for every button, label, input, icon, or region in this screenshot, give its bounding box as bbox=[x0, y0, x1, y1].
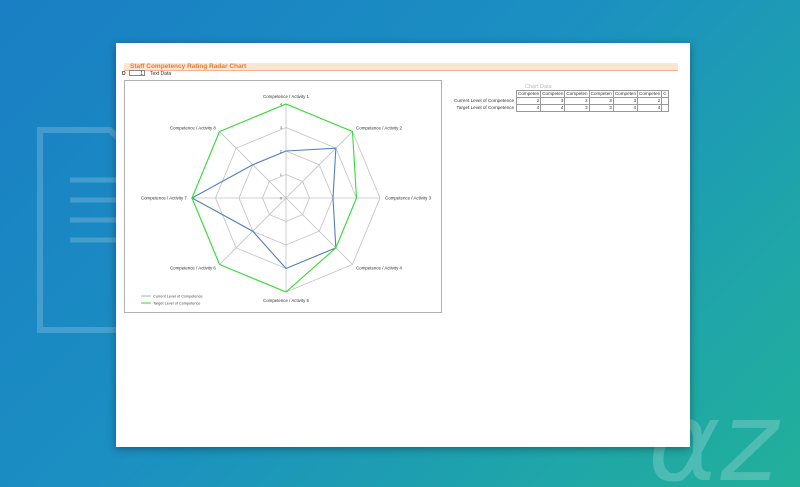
legend-label: Current Level of Competence bbox=[153, 294, 203, 298]
table-row: Current Level of Competence 2 3 2 3 3 2 bbox=[453, 97, 669, 105]
table-cell[interactable]: 3 bbox=[588, 104, 614, 112]
table-cell[interactable]: 2 bbox=[564, 97, 590, 105]
table-cell[interactable]: 3 bbox=[588, 97, 614, 105]
table-header[interactable]: Competen bbox=[612, 90, 639, 98]
table-header[interactable]: Competen bbox=[516, 90, 542, 98]
table-cell[interactable] bbox=[661, 104, 669, 112]
table-cell[interactable]: 3 bbox=[564, 104, 590, 112]
page-title: Staff Competency Rating Radar Chart bbox=[130, 63, 247, 70]
table-cell[interactable]: 4 bbox=[612, 104, 639, 112]
category-label: Competence / Activity 3 bbox=[385, 196, 431, 201]
category-label: Competence / Activity 1 bbox=[263, 94, 309, 99]
table-cell[interactable] bbox=[661, 97, 669, 105]
table-cell[interactable]: 3 bbox=[540, 97, 566, 105]
table-header[interactable]: C bbox=[661, 90, 669, 98]
table-header-row: Competen Competen Competen Competen Comp… bbox=[453, 90, 669, 98]
chart-data-table: Competen Competen Competen Competen Comp… bbox=[453, 90, 669, 112]
category-label: Competence / Activity 2 bbox=[356, 125, 402, 130]
text-data-label: D bbox=[122, 71, 126, 77]
category-label: Competence / Activity 8 bbox=[170, 125, 216, 130]
table-header[interactable]: Competen bbox=[637, 90, 663, 98]
table-header[interactable]: Competen bbox=[540, 90, 566, 98]
category-label: Competence / Activity 4 bbox=[356, 266, 402, 271]
table-cell[interactable]: 2 bbox=[516, 97, 542, 105]
table-cell[interactable]: 4 bbox=[540, 104, 566, 112]
table-row: Target Level of Competence 4 4 3 3 4 4 bbox=[453, 104, 669, 112]
text-data-value: Text Data bbox=[150, 71, 172, 77]
radar-chart-svg: 01234Competence / Activity 1Competence /… bbox=[141, 94, 432, 306]
table-header[interactable]: Competen bbox=[564, 90, 590, 98]
table-cell[interactable]: 3 bbox=[612, 97, 639, 105]
category-label: Competence / Activity 7 bbox=[141, 196, 187, 201]
row-label: Target Level of Competence bbox=[456, 105, 515, 110]
text-data-input[interactable]: 1 bbox=[129, 70, 145, 77]
legend-label: Target Level of Competence bbox=[153, 301, 201, 305]
row-label: Current Level of Competence bbox=[454, 98, 515, 103]
table-cell[interactable]: 2 bbox=[637, 97, 663, 105]
category-label: Competence / Activity 6 bbox=[170, 266, 216, 271]
category-label: Competence / Activity 5 bbox=[263, 298, 309, 303]
table-corner bbox=[453, 90, 517, 98]
radar-chart[interactable]: 0 1 2 3 4 Competence / Activity 1 Competence /… bbox=[124, 80, 442, 313]
table-header[interactable]: Competen bbox=[588, 90, 614, 98]
table-cell[interactable]: 4 bbox=[637, 104, 663, 112]
spreadsheet-sheet: Staff Competency Rating Radar Chart D 1 … bbox=[116, 43, 690, 447]
table-cell[interactable]: 4 bbox=[516, 104, 542, 112]
